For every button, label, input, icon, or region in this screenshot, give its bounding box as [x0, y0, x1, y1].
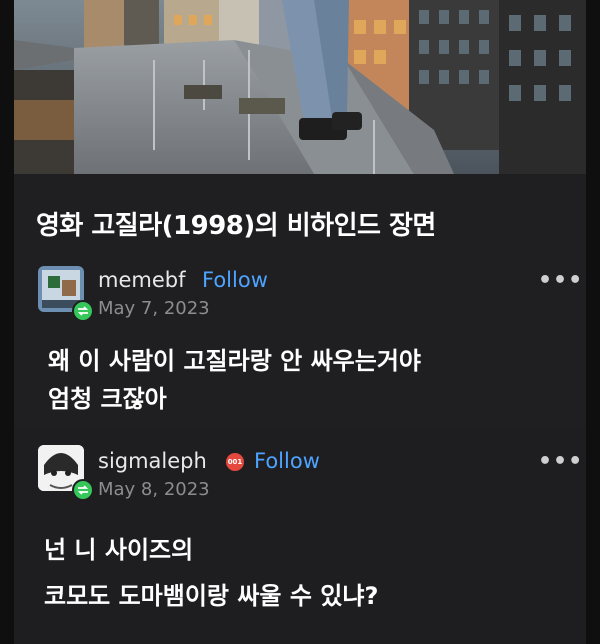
- comment-text: 넌 니 사이즈의 코모도 도마뱀이랑 싸울 수 있냐?: [44, 527, 378, 619]
- more-options-icon[interactable]: •••: [538, 268, 583, 293]
- blue-badge-icon: 001: [226, 453, 244, 471]
- follow-button[interactable]: Follow: [254, 449, 320, 473]
- post-card: 영화 고질라(1998)의 비하인드 장면 memebf Follow May …: [14, 174, 586, 429]
- comment-line: 왜 이 사람이 고질라랑 안 싸우는거야: [48, 347, 421, 375]
- username[interactable]: memebf: [98, 268, 185, 292]
- movie-still-photo: [14, 0, 586, 174]
- reblog-badge-icon: [72, 300, 94, 322]
- post-title: 영화 고질라(1998)의 비하인드 장면: [36, 211, 436, 241]
- comment-line: 엄청 크잖아: [48, 385, 167, 413]
- reply-card: sigmaleph 001 Follow May 8, 2023 ••• 넌 니…: [14, 429, 586, 644]
- reblog-badge-icon: [72, 479, 94, 501]
- comment-line: 넌 니 사이즈의: [44, 536, 194, 564]
- follow-button[interactable]: Follow: [202, 268, 268, 292]
- more-options-icon[interactable]: •••: [538, 449, 583, 474]
- post-date: May 7, 2023: [98, 298, 210, 319]
- username[interactable]: sigmaleph: [98, 449, 207, 473]
- post-date: May 8, 2023: [98, 479, 210, 500]
- comment-text: 왜 이 사람이 고질라랑 안 싸우는거야 엄청 크잖아: [48, 342, 421, 418]
- city-miniature-scene: [14, 0, 586, 174]
- comment-line: 코모도 도마뱀이랑 싸울 수 있냐?: [44, 582, 379, 610]
